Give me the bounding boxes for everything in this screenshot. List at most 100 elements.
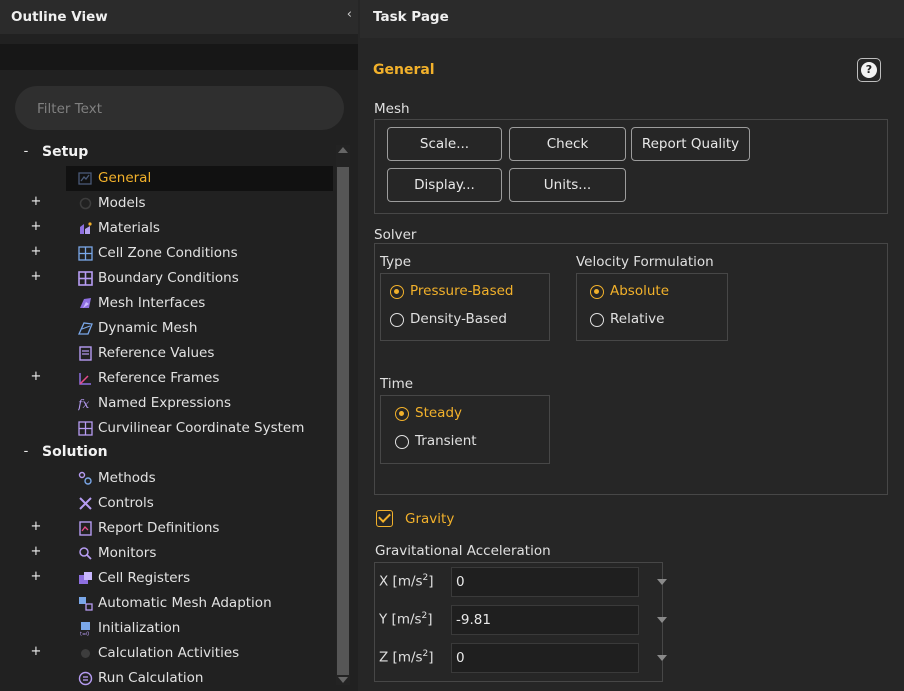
report-quality-button[interactable]: Report Quality — [631, 127, 750, 161]
gravity-label[interactable]: Gravity — [405, 511, 454, 527]
display-button[interactable]: Display... — [387, 168, 502, 202]
outline-view-header: Outline View ‹ — [0, 0, 358, 34]
controls-icon — [78, 496, 93, 511]
gravitational-acceleration-label: Gravitational Acceleration — [375, 543, 551, 559]
outline-view-title: Outline View — [11, 9, 108, 25]
tree-item-label: Named Expressions — [98, 395, 232, 411]
tree-section-solution[interactable]: - Solution — [0, 441, 334, 466]
tree-item-label: Reference Frames — [98, 370, 220, 386]
tree-item-label: Reference Values — [98, 345, 215, 361]
tree-item-mesh-interfaces[interactable]: Mesh Interfaces — [0, 291, 334, 316]
gravity-y-row: Y [m/s2] — [379, 605, 667, 635]
tree-item-automatic-mesh-adaption[interactable]: Automatic Mesh Adaption — [0, 591, 334, 616]
scroll-down-arrow-icon[interactable] — [338, 677, 348, 683]
expand-icon[interactable]: + — [30, 219, 42, 234]
gravity-z-row: Z [m/s2] — [379, 643, 667, 673]
boundary-conditions-icon — [78, 271, 93, 286]
radio-button[interactable] — [390, 313, 404, 327]
task-page-title: Task Page — [373, 9, 449, 25]
methods-icon — [78, 471, 93, 486]
svg-text:t=0: t=0 — [80, 632, 89, 637]
tree-item-label: Materials — [98, 220, 160, 236]
tree-item-curvilinear-coordinate-system[interactable]: Curvilinear Coordinate System — [0, 416, 334, 441]
gravity-x-label: X [m/s2] — [379, 573, 434, 590]
tree-item-cell-registers[interactable]: + Cell Registers — [0, 566, 334, 591]
tree-item-label: Monitors — [98, 545, 157, 561]
tree-item-models[interactable]: + Models — [0, 191, 334, 216]
units-button[interactable]: Units... — [509, 168, 626, 202]
radio-button[interactable] — [590, 313, 604, 327]
materials-icon — [78, 221, 93, 236]
expand-icon[interactable]: + — [30, 544, 42, 559]
help-button[interactable]: ? — [857, 58, 881, 82]
curvilinear-coordinate-system-icon — [78, 421, 93, 436]
radio-label: Absolute — [610, 283, 670, 299]
tree-scrollbar[interactable] — [336, 145, 350, 685]
tree-item-general[interactable]: General — [66, 166, 333, 191]
gravity-z-input[interactable] — [451, 643, 639, 673]
filter-box[interactable] — [15, 86, 344, 130]
expand-icon[interactable]: + — [30, 569, 42, 584]
tree-item-boundary-conditions[interactable]: + Boundary Conditions — [0, 266, 334, 291]
tree-item-initialization[interactable]: t=0 Initialization — [0, 616, 334, 641]
gravity-x-input[interactable] — [451, 567, 639, 597]
radio-label: Pressure-Based — [410, 283, 514, 299]
tree-item-label: Methods — [98, 470, 156, 486]
tree-item-cell-zone-conditions[interactable]: + Cell Zone Conditions — [0, 241, 334, 266]
scrollbar-thumb[interactable] — [337, 167, 349, 675]
tree-item-label: Cell Registers — [98, 570, 191, 586]
expand-icon[interactable]: + — [30, 369, 42, 384]
expand-icon[interactable]: + — [30, 644, 42, 659]
tree-item-label: Boundary Conditions — [98, 270, 239, 286]
time-group — [380, 395, 550, 464]
tree-item-reference-frames[interactable]: + Reference Frames — [0, 366, 334, 391]
scale-button[interactable]: Scale... — [387, 127, 502, 161]
dropdown-arrow-icon[interactable] — [657, 617, 667, 623]
collapse-icon[interactable]: - — [20, 144, 32, 159]
expand-icon[interactable]: + — [30, 519, 42, 534]
tree-item-controls[interactable]: Controls — [0, 491, 334, 516]
gravity-y-label: Y [m/s2] — [379, 611, 433, 628]
radio-label: Transient — [415, 433, 477, 449]
tree-item-calculation-activities[interactable]: + Calculation Activities — [0, 641, 334, 666]
radio-button[interactable] — [395, 407, 409, 421]
tree-item-report-definitions[interactable]: + Report Definitions — [0, 516, 334, 541]
tree-item-label: Calculation Activities — [98, 645, 240, 661]
collapse-icon[interactable]: - — [20, 444, 32, 459]
radio-button[interactable] — [395, 435, 409, 449]
dropdown-arrow-icon[interactable] — [657, 655, 667, 661]
radio-label: Density-Based — [410, 311, 507, 327]
gravity-y-input[interactable] — [451, 605, 639, 635]
expand-icon[interactable]: + — [30, 244, 42, 259]
gravity-x-row: X [m/s2] — [379, 567, 667, 597]
tree-item-methods[interactable]: Methods — [0, 466, 334, 491]
automatic-mesh-adaption-icon — [78, 596, 93, 611]
cell-registers-icon — [78, 571, 93, 586]
gravity-checkbox[interactable] — [376, 510, 393, 527]
tree-item-monitors[interactable]: + Monitors — [0, 541, 334, 566]
tree-item-run-calculation[interactable]: Run Calculation — [0, 666, 334, 691]
general-icon — [78, 171, 93, 186]
initialization-icon: t=0 — [78, 621, 93, 638]
type-label: Type — [380, 254, 412, 270]
help-icon: ? — [861, 62, 877, 78]
tree-section-setup[interactable]: - Setup — [0, 141, 334, 166]
report-definitions-icon — [78, 521, 93, 536]
radio-button[interactable] — [390, 285, 404, 299]
dropdown-arrow-icon[interactable] — [657, 579, 667, 585]
collapse-panel-icon[interactable]: ‹ — [347, 7, 352, 22]
tree-item-label: Curvilinear Coordinate System — [98, 420, 305, 436]
monitors-icon — [78, 546, 93, 561]
gravity-z-label: Z [m/s2] — [379, 649, 434, 666]
tree-item-dynamic-mesh[interactable]: Dynamic Mesh — [0, 316, 334, 341]
expand-icon[interactable]: + — [30, 269, 42, 284]
scroll-up-arrow-icon[interactable] — [338, 147, 348, 153]
tree-item-materials[interactable]: + Materials — [0, 216, 334, 241]
expand-icon[interactable]: + — [30, 194, 42, 209]
task-page-header: Task Page — [360, 0, 904, 38]
tree-item-named-expressions[interactable]: fx Named Expressions — [0, 391, 334, 416]
tree-item-reference-values[interactable]: Reference Values — [0, 341, 334, 366]
radio-button[interactable] — [590, 285, 604, 299]
filter-text-input[interactable] — [35, 96, 329, 122]
check-button[interactable]: Check — [509, 127, 626, 161]
